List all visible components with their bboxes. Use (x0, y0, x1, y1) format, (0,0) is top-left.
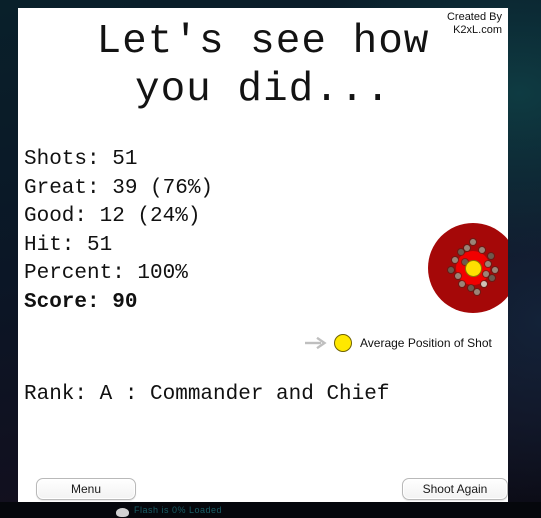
bullet-hole (459, 281, 465, 287)
status-bar-icon (116, 508, 129, 517)
bullet-hole (485, 261, 491, 267)
stat-row-great: Great: 39 (76%) (24, 176, 214, 200)
stat-row-percent: Percent: 100% (24, 262, 188, 285)
results-panel: Created By K2xL.com Let's see how you di… (18, 8, 508, 502)
legend-caption: Average Position of Shot (360, 336, 492, 350)
bullet-hole (470, 239, 476, 245)
stat-row-hit: Hit: 51 (24, 233, 113, 257)
bullet-hole (483, 271, 489, 277)
stat-row-good: Good: 12 (24%) (24, 205, 201, 228)
game-screen: Created By K2xL.com Let's see how you di… (0, 0, 541, 518)
bullet-hole (458, 249, 464, 255)
stat-row-shots: Shots: 51 (24, 148, 138, 171)
bullet-hole (455, 273, 461, 279)
rank-line: Rank: A : Commander and Chief (24, 383, 390, 406)
bullet-hole (474, 289, 480, 295)
yellow-dot-icon (334, 334, 352, 352)
bullet-hole (489, 275, 495, 281)
status-bar-text: Flash is 0% Loaded (134, 505, 223, 515)
bullet-hole (488, 253, 494, 259)
title-line-1: Let's see how (96, 19, 430, 65)
bullet-hole (479, 247, 485, 253)
stats-list: Shots: 51 Great: 39 (76%) Good: 12 (24%)… (24, 146, 213, 317)
arrow-right-icon (305, 336, 327, 350)
menu-button[interactable]: Menu (36, 478, 136, 500)
title-line-2: you did... (134, 67, 392, 113)
bullet-hole (492, 267, 498, 273)
target-diagram (428, 223, 508, 313)
bullet-hole (481, 281, 487, 287)
legend: Average Position of Shot (304, 334, 492, 352)
bullet-hole (468, 285, 474, 291)
bullet-hole (452, 257, 458, 263)
shoot-again-button[interactable]: Shoot Again (402, 478, 508, 500)
status-bar: Flash is 0% Loaded (0, 502, 541, 518)
stat-row-score: Score: 90 (24, 290, 138, 314)
bullet-hole (448, 267, 454, 273)
average-position-marker (466, 261, 481, 276)
bullet-hole (464, 245, 470, 251)
page-title: Let's see how you did... (18, 18, 508, 114)
